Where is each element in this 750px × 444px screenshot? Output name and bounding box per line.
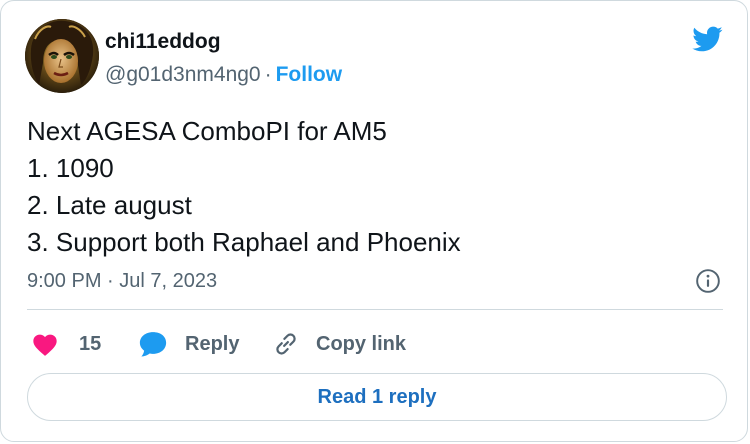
copy-link-label: Copy link <box>316 332 407 355</box>
heart-icon <box>33 334 57 356</box>
handle-row: @g01d3nm4ng0 · Follow <box>105 61 342 89</box>
speech-bubble-icon <box>139 332 167 357</box>
tweet-line: 3. Support both Raphael and Phoenix <box>27 227 461 257</box>
reply-button[interactable]: Reply <box>138 327 239 361</box>
tweet-timestamp[interactable]: 9:00 PM · Jul 7, 2023 <box>27 268 217 294</box>
read-replies-button[interactable]: Read 1 reply <box>27 373 727 421</box>
tweet-line: Next AGESA ComboPI for AM5 <box>27 116 387 146</box>
info-icon[interactable] <box>695 268 721 294</box>
follow-link[interactable]: Follow <box>276 63 343 86</box>
twitter-bird-icon[interactable] <box>689 23 725 55</box>
avatar[interactable] <box>25 19 99 93</box>
avatar-image <box>25 19 99 93</box>
reply-label: Reply <box>185 332 240 355</box>
divider <box>27 309 723 310</box>
tweet-line: 1. 1090 <box>27 153 114 183</box>
tweet-line: 2. Late august <box>27 190 192 220</box>
like-button[interactable]: 15 <box>31 327 101 361</box>
like-count: 15 <box>79 332 102 355</box>
link-icon <box>276 333 296 355</box>
display-name[interactable]: chi11eddog <box>105 29 221 55</box>
tweet-text: Next AGESA ComboPI for AM5 1. 1090 2. La… <box>27 113 717 261</box>
user-handle[interactable]: @g01d3nm4ng0 <box>105 63 261 86</box>
separator-dot: · <box>264 63 272 86</box>
tweet-card: chi11eddog @g01d3nm4ng0 · Follow Next AGES… <box>0 0 748 442</box>
copy-link-button[interactable]: Copy link <box>271 327 406 361</box>
